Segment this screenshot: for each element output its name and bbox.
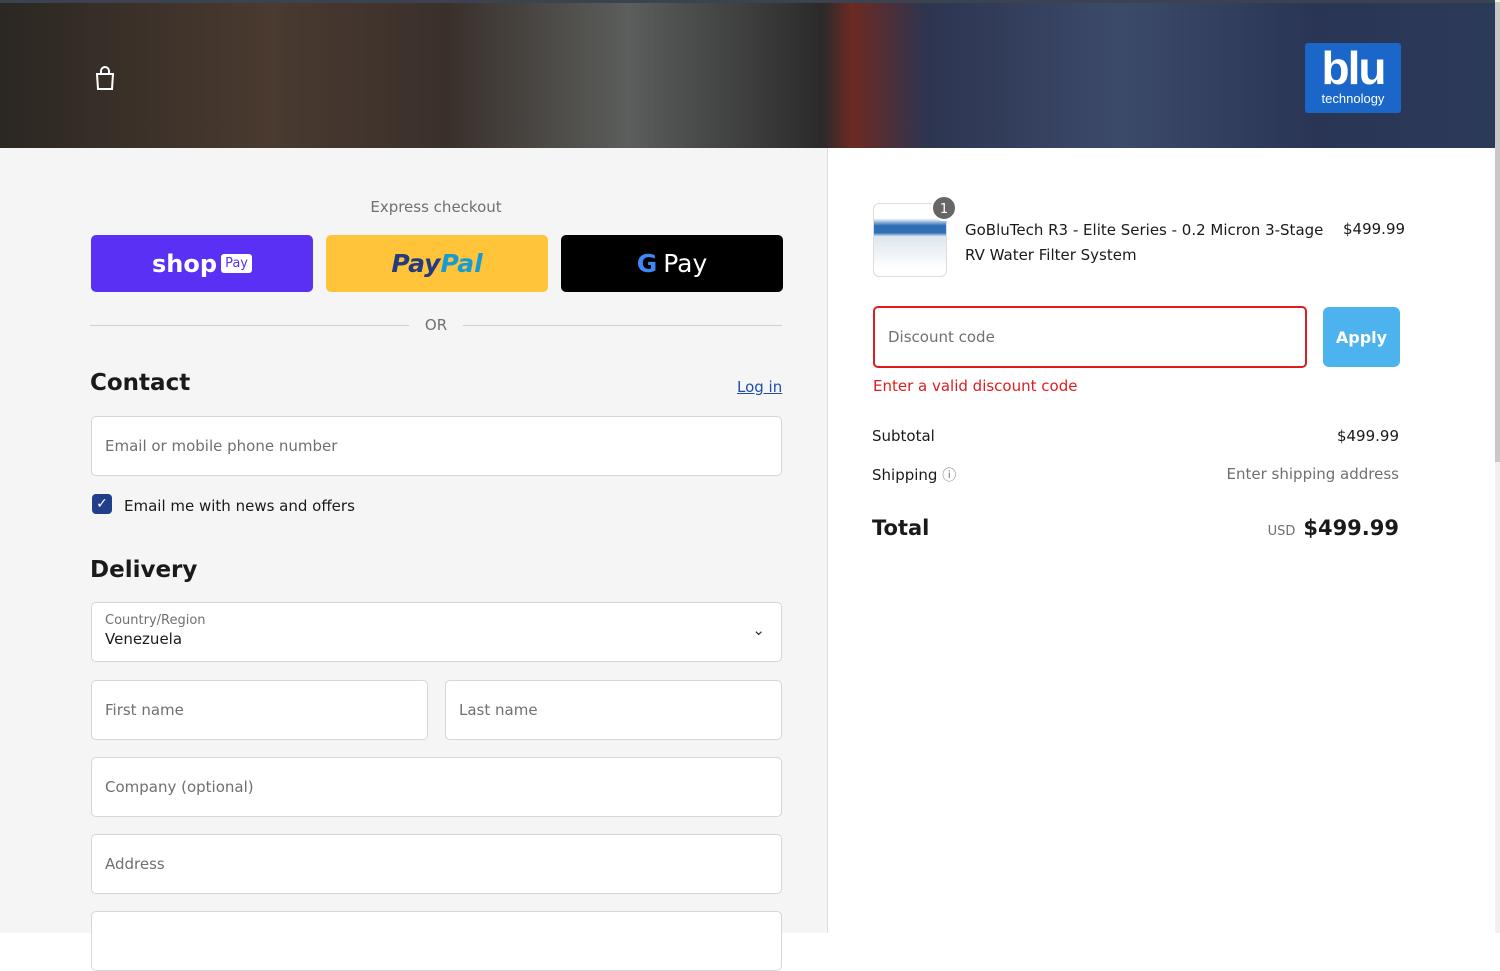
subtotal-label: Subtotal: [872, 427, 935, 445]
order-summary: 1 GoBluTech R3 - Elite Series - 0.2 Micr…: [829, 148, 1495, 933]
product-name-line1: GoBluTech R3 - Elite Series - 0.2 Micron…: [965, 221, 1324, 239]
country-label: Country/Region: [105, 613, 206, 628]
scrollbar-thumb[interactable]: [1495, 2, 1500, 462]
company-field[interactable]: Company (optional): [91, 757, 782, 817]
currency: USD: [1267, 524, 1296, 539]
login-link[interactable]: Log in: [737, 378, 782, 396]
header-banner: blu technology: [0, 0, 1495, 148]
apply-button[interactable]: Apply: [1323, 307, 1400, 367]
logo-subtext: technology: [1321, 91, 1385, 106]
total-row: Total USD $499.99: [872, 516, 1399, 540]
shipping-row: Shipping ⓘ Enter shipping address: [872, 465, 1399, 485]
brand-logo[interactable]: blu technology: [1305, 43, 1401, 113]
delivery-heading: Delivery: [90, 557, 198, 583]
contact-heading: Contact: [90, 370, 191, 396]
shop-pay-label: shop: [152, 249, 218, 278]
last-name-field[interactable]: Last name: [445, 680, 782, 740]
discount-code-input[interactable]: Discount code: [873, 306, 1307, 368]
paypal-button[interactable]: Pay Pal: [326, 235, 548, 292]
country-select[interactable]: Country/Region Venezuela ⌄: [91, 602, 782, 662]
total-label: Total: [872, 516, 930, 540]
gpay-label: Pay: [663, 249, 708, 278]
product-price: $499.99: [1343, 220, 1406, 238]
scrollbar[interactable]: [1495, 0, 1500, 933]
help-icon[interactable]: ⓘ: [942, 468, 956, 484]
paypal-label-b: Pal: [440, 249, 483, 278]
product-name-line2: RV Water Filter System: [965, 246, 1137, 264]
discount-error: Enter a valid discount code: [873, 377, 1078, 395]
country-value: Venezuela: [105, 630, 183, 648]
newsletter-checkbox[interactable]: ✓: [92, 494, 112, 514]
shipping-value: Enter shipping address: [1226, 465, 1399, 483]
total-value: $499.99: [1303, 516, 1399, 540]
logo-text: blu: [1321, 42, 1387, 94]
google-pay-button[interactable]: G Pay: [561, 235, 783, 292]
chevron-down-icon: ⌄: [752, 621, 765, 639]
shop-pay-button[interactable]: shop Pay: [91, 235, 313, 292]
checkout-form: Express checkout shop Pay Pay Pal G Pay OR…: [0, 148, 828, 971]
paypal-label-a: Pay: [391, 249, 441, 278]
subtotal-value: $499.99: [1336, 427, 1399, 445]
shopping-bag-icon[interactable]: [94, 65, 116, 91]
first-name-field[interactable]: First name: [91, 680, 428, 740]
shop-pay-badge: Pay: [221, 254, 252, 273]
newsletter-label: Email me with news and offers: [124, 497, 355, 515]
email-field[interactable]: Email or mobile phone number: [91, 416, 782, 476]
address-field[interactable]: Address: [91, 834, 782, 894]
express-checkout-title: Express checkout: [370, 198, 502, 216]
product-name: GoBluTech R3 - Elite Series - 0.2 Micron…: [965, 218, 1323, 268]
or-divider: OR: [90, 316, 783, 334]
or-label: OR: [424, 316, 448, 334]
shipping-label: Shipping: [872, 466, 938, 484]
apartment-field[interactable]: [91, 911, 782, 971]
google-g-icon: G: [636, 249, 658, 278]
quantity-badge: 1: [931, 195, 957, 221]
subtotal-row: Subtotal $499.99: [872, 427, 1399, 445]
